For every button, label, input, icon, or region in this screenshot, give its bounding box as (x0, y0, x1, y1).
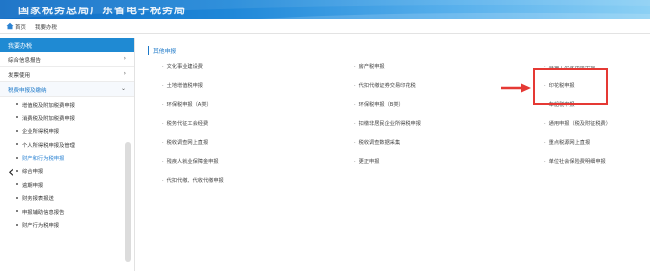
link-env-tax-b[interactable]: 环保税申报（B类） (354, 101, 404, 108)
link-property-tax[interactable]: 房产税申报 (354, 63, 385, 70)
sidebar-item-corporate-income-tax[interactable]: 企业所得税申报 (0, 124, 134, 137)
sidebar-item-property-tax[interactable]: 财产行为税申报 (0, 218, 134, 231)
header-banner: 国家税务总局广东省电子税务局 (0, 0, 650, 19)
sidebar-group-label: 发票使用 (8, 73, 31, 79)
sidebar-item-vat[interactable]: 增值税及附加税费申报 (0, 97, 134, 110)
sidebar-item-combined-filing[interactable]: 综合申报 (0, 164, 134, 177)
breadcrumb: 首页 我要办税 (0, 19, 650, 34)
sidebar-header: 我要办税 (0, 38, 134, 52)
sidebar-item-auxiliary-info[interactable]: 申报辅助信息报告 (0, 204, 134, 217)
sidebar-group-invoice[interactable]: 发票使用 › (0, 67, 134, 82)
sidebar-group-label: 税费申报及缴纳 (8, 88, 47, 94)
link-union-fee[interactable]: 税务代征工会经费 (162, 120, 209, 127)
sidebar-scrollbar[interactable] (125, 142, 131, 262)
sidebar-item-personal-income-tax[interactable]: 个人所得税申报及管理 (0, 137, 134, 150)
link-nonresident-cit[interactable]: 扣缴非居民企业所得税申报 (354, 120, 421, 127)
link-disability-fund[interactable]: 残疾人就业保障金申报 (162, 158, 219, 165)
sidebar: 我要办税 综合信息报告 › 发票使用 › 税费申报及缴纳 ⌄ 增值税及附加税费申… (0, 38, 135, 271)
link-culture-fee[interactable]: 文化事业建设费 (162, 63, 203, 70)
link-general-filing[interactable]: 通用申报（税及附征税费） (544, 120, 611, 127)
link-survey-data[interactable]: 税收调查数据采集 (354, 139, 401, 146)
chevron-right-icon: › (123, 70, 126, 77)
link-withholding[interactable]: 代扣代缴、代收代缴申报 (162, 177, 224, 184)
chevron-left-icon[interactable]: ‹ (8, 162, 14, 181)
link-correction[interactable]: 更正申报 (354, 158, 380, 165)
link-social-insurance[interactable]: 单位社会保险费明细申报 (544, 158, 606, 165)
sidebar-item-consumption-tax[interactable]: 消费税及附加税费申报 (0, 110, 134, 123)
chevron-right-icon: › (123, 55, 126, 62)
sidebar-item-overdue-filing[interactable]: 逾期申报 (0, 177, 134, 190)
link-tax-survey[interactable]: 税收调查网上直报 (162, 139, 209, 146)
breadcrumb-home-link[interactable]: 首页 (15, 23, 26, 31)
highlight-box (533, 68, 608, 105)
section-title: 其他申报 (148, 46, 176, 55)
sidebar-group-label: 综合信息报告 (8, 58, 42, 64)
link-env-tax-a[interactable]: 环保税申报（A类） (162, 101, 212, 108)
home-icon[interactable] (6, 22, 14, 30)
breadcrumb-current: 我要办税 (35, 25, 58, 31)
sidebar-group-info-report[interactable]: 综合信息报告 › (0, 52, 134, 67)
link-key-source[interactable]: 重点税源网上直报 (544, 139, 591, 146)
arrow-right-icon (501, 83, 531, 93)
chevron-down-icon: ⌄ (120, 85, 126, 92)
link-land-vat[interactable]: 土地增值税申报 (162, 82, 203, 89)
sidebar-item-financial-statements[interactable]: 财务报表报送 (0, 191, 134, 204)
link-securities-stamp[interactable]: 代扣代缴证券交易印花税 (354, 82, 416, 89)
sidebar-group-tax-filing[interactable]: 税费申报及缴纳 ⌄ (0, 82, 134, 97)
sidebar-item-other-filing[interactable]: 财产和行为税申报 (0, 151, 134, 164)
